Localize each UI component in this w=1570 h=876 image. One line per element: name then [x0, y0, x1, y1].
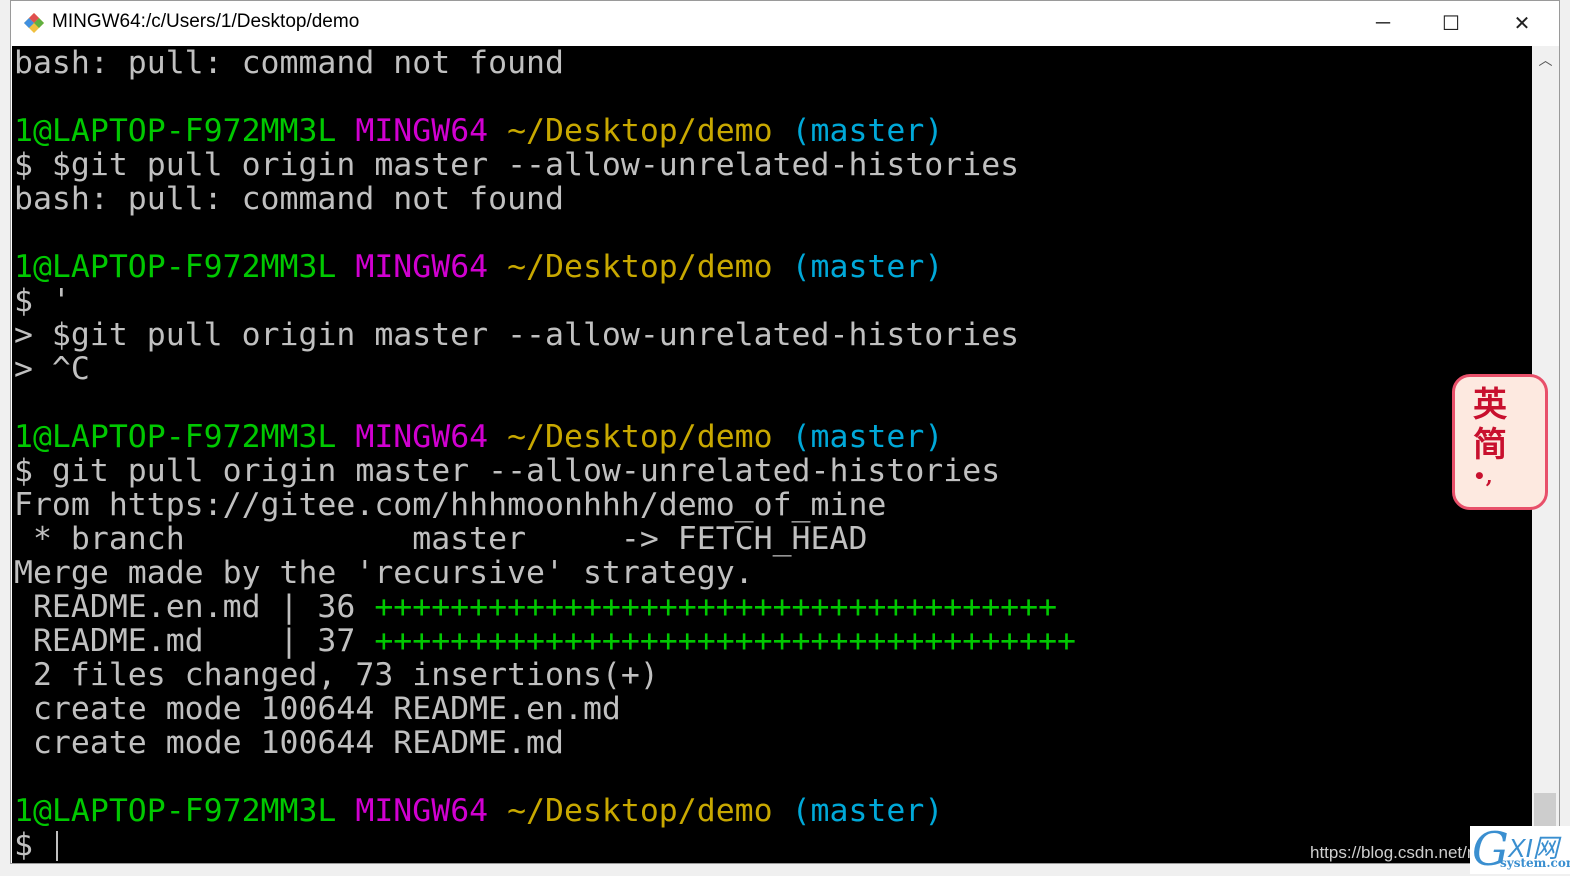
- terminal-text-text: 2 files changed, 73 insertions(+): [14, 657, 659, 693]
- terminal-text-text: $ $git pull origin master --allow-unrela…: [14, 147, 1020, 183]
- terminal-line: 2 files changed, 73 insertions(+): [12, 658, 1532, 692]
- terminal-line: $: [12, 828, 1532, 862]
- site-logo: G XI网 system.com: [1470, 822, 1570, 876]
- maximize-button[interactable]: ☐: [1417, 1, 1485, 45]
- window-title: MINGW64:/c/Users/1/Desktop/demo: [52, 11, 360, 32]
- scroll-up-icon[interactable]: ︿: [1532, 50, 1559, 70]
- terminal-line: 1@LAPTOP-F972MM3L MINGW64 ~/Desktop/demo…: [12, 250, 1532, 284]
- git-bash-icon: [24, 13, 44, 33]
- terminal-text-text: Merge made by the 'recursive' strategy.: [14, 555, 754, 591]
- terminal-text-path: ~/Desktop/demo: [507, 113, 792, 149]
- terminal-text-text: From https://gitee.com/hhhmoonhhh/demo_o…: [14, 487, 887, 523]
- terminal-text-path: ~/Desktop/demo: [507, 793, 792, 829]
- terminal-text-text: > $git pull origin master --allow-unrela…: [14, 317, 1020, 353]
- minimize-button[interactable]: ─: [1349, 1, 1417, 45]
- text-cursor: [55, 831, 58, 861]
- terminal-line: 1@LAPTOP-F972MM3L MINGW64 ~/Desktop/demo…: [12, 114, 1532, 148]
- terminal-line: * branch master -> FETCH_HEAD: [12, 522, 1532, 556]
- terminal-text-text: create mode 100644 README.md: [14, 725, 564, 761]
- terminal-text-text: README.en.md | 36: [14, 589, 375, 625]
- terminal-text-plus: ++++++++++++++++++++++++++++++++++++: [374, 589, 1058, 625]
- terminal-text-plus: +++++++++++++++++++++++++++++++++++++: [374, 623, 1077, 659]
- terminal-text-system: MINGW64: [355, 793, 508, 829]
- terminal-text-text: bash: pull: command not found: [14, 181, 564, 217]
- terminal-text-user: 1@LAPTOP-F972MM3L: [14, 113, 356, 149]
- terminal-text-text: README.md | 37: [14, 623, 375, 659]
- terminal-text-text: bash: pull: command not found: [14, 46, 564, 81]
- terminal-text-branch: (master): [791, 249, 944, 285]
- terminal-line: 1@LAPTOP-F972MM3L MINGW64 ~/Desktop/demo…: [12, 420, 1532, 454]
- terminal-text-branch: (master): [791, 793, 944, 829]
- terminal-line: $ git pull origin master --allow-unrelat…: [12, 454, 1532, 488]
- terminal-text-user: 1@LAPTOP-F972MM3L: [14, 419, 356, 455]
- terminal-text-text: create mode 100644 README.en.md: [14, 691, 621, 727]
- terminal-text-user: 1@LAPTOP-F972MM3L: [14, 793, 356, 829]
- terminal-line: bash: pull: command not found: [12, 182, 1532, 216]
- terminal-line: From https://gitee.com/hhhmoonhhh/demo_o…: [12, 488, 1532, 522]
- terminal-output[interactable]: bash: pull: command not found 1@LAPTOP-F9…: [12, 46, 1532, 863]
- terminal-line: > ^C: [12, 352, 1532, 386]
- terminal-text-system: MINGW64: [355, 113, 508, 149]
- ime-punct-label: •,: [1473, 464, 1493, 488]
- terminal-text-system: MINGW64: [355, 249, 508, 285]
- ime-mode-label: 简: [1473, 425, 1507, 465]
- terminal-line: $ ': [12, 284, 1532, 318]
- terminal-line: > $git pull origin master --allow-unrela…: [12, 318, 1532, 352]
- terminal-line: Merge made by the 'recursive' strategy.: [12, 556, 1532, 590]
- terminal-text-text: > ^C: [14, 351, 90, 387]
- terminal-line: README.md | 37 +++++++++++++++++++++++++…: [12, 624, 1532, 658]
- terminal-text-branch: (master): [791, 113, 944, 149]
- terminal-text-text: $ ': [14, 283, 71, 319]
- terminal-line: README.en.md | 36 ++++++++++++++++++++++…: [12, 590, 1532, 624]
- terminal-text-branch: (master): [791, 419, 944, 455]
- terminal-line: $ $git pull origin master --allow-unrela…: [12, 148, 1532, 182]
- terminal-line: bash: pull: command not found: [12, 46, 1532, 80]
- terminal-text-path: ~/Desktop/demo: [507, 249, 792, 285]
- terminal-line: create mode 100644 README.en.md: [12, 692, 1532, 726]
- title-bar[interactable]: MINGW64:/c/Users/1/Desktop/demo ─ ☐ ✕: [11, 1, 1559, 45]
- close-button[interactable]: ✕: [1488, 1, 1556, 45]
- terminal-text-user: 1@LAPTOP-F972MM3L: [14, 249, 356, 285]
- terminal-window: MINGW64:/c/Users/1/Desktop/demo ─ ☐ ✕ ba…: [10, 0, 1560, 864]
- terminal-text-text: * branch master -> FETCH_HEAD: [14, 521, 868, 557]
- terminal-text-system: MINGW64: [355, 419, 508, 455]
- ime-status-widget[interactable]: 英 简 •,: [1452, 374, 1548, 510]
- terminal-text-path: ~/Desktop/demo: [507, 419, 792, 455]
- terminal-line: create mode 100644 README.md: [12, 726, 1532, 760]
- ime-language-label: 英: [1473, 385, 1507, 425]
- terminal-line: 1@LAPTOP-F972MM3L MINGW64 ~/Desktop/demo…: [12, 794, 1532, 828]
- terminal-text-text: $: [14, 827, 52, 863]
- logo-sub: system.com: [1500, 856, 1570, 870]
- watermark: https://blog.csdn.net/m: [1310, 843, 1482, 862]
- terminal-text-text: $ git pull origin master --allow-unrelat…: [14, 453, 1001, 489]
